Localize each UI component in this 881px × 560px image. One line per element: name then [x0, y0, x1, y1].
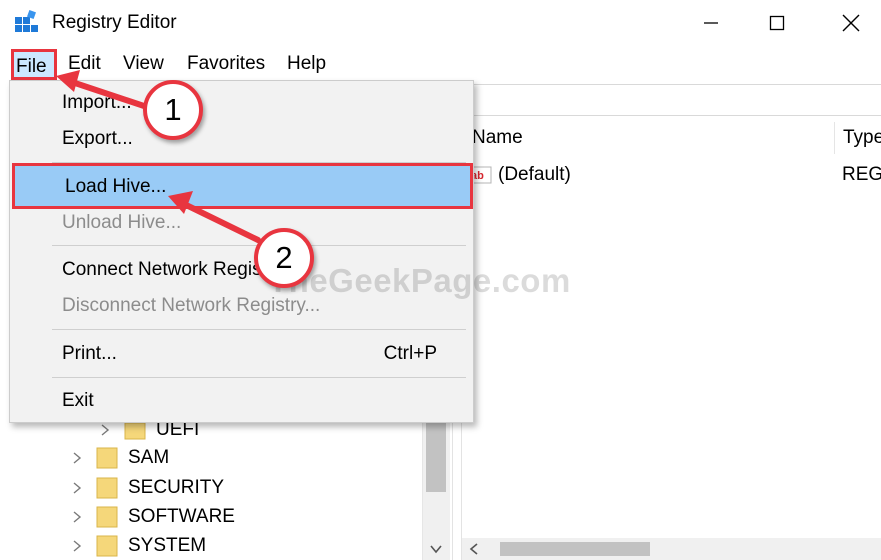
folder-icon: [96, 447, 118, 469]
registry-editor-icon: [15, 10, 38, 32]
callout-number: 1: [164, 92, 182, 127]
menu-view[interactable]: View: [119, 52, 168, 76]
minimize-button[interactable]: [682, 4, 740, 42]
menu-item-load-hive[interactable]: Load Hive...: [12, 163, 473, 209]
chevron-left-icon: [469, 543, 478, 555]
chevron-right-icon[interactable]: [70, 451, 84, 465]
file-menu-dropdown: Import... Export... Load Hive... Unload …: [9, 80, 474, 423]
values-list: Name Type ab (Default) REG_: [462, 118, 881, 560]
menu-separator: [52, 329, 466, 330]
folder-icon: [96, 506, 118, 528]
address-bar[interactable]: [462, 84, 881, 116]
tree-item-sam[interactable]: SAM: [70, 444, 169, 472]
chevron-right-icon[interactable]: [98, 423, 112, 437]
menu-item-label: Unload Hive...: [62, 212, 182, 233]
tree-item-label: SECURITY: [128, 477, 225, 498]
close-button[interactable]: [822, 4, 880, 42]
maximize-button[interactable]: [748, 4, 806, 42]
list-scrollbar-thumb[interactable]: [500, 542, 650, 556]
tree-item-label: SAM: [128, 447, 170, 468]
value-name: (Default): [498, 164, 571, 185]
chevron-right-icon[interactable]: [70, 481, 84, 495]
tree-item-security[interactable]: SECURITY: [70, 474, 224, 502]
menu-favorites[interactable]: Favorites: [183, 52, 269, 76]
folder-icon: [96, 535, 118, 557]
menu-item-label: Export...: [62, 128, 133, 149]
menu-item-label: Print...: [62, 343, 117, 364]
menu-item-label: Load Hive...: [65, 176, 167, 197]
callout-number: 2: [275, 240, 293, 275]
menu-item-exit[interactable]: Exit: [10, 383, 473, 419]
menu-item-label: Import...: [62, 92, 132, 113]
menu-item-shortcut: Ctrl+P: [383, 343, 437, 364]
menu-bar: File Edit View Favorites Help: [0, 46, 881, 80]
tree-item-label: SOFTWARE: [128, 506, 235, 527]
menu-item-unload-hive: Unload Hive...: [10, 205, 473, 241]
menu-separator: [52, 377, 466, 378]
menu-item-label: Exit: [62, 390, 94, 411]
maximize-icon: [769, 15, 785, 31]
menu-item-import[interactable]: Import...: [10, 85, 473, 121]
menu-help[interactable]: Help: [283, 52, 330, 76]
chevron-right-icon[interactable]: [70, 510, 84, 524]
list-item[interactable]: ab (Default): [468, 162, 571, 188]
menu-edit[interactable]: Edit: [64, 52, 105, 76]
title-bar: Registry Editor: [0, 0, 881, 46]
menu-item-export[interactable]: Export...: [10, 121, 473, 157]
column-header-type[interactable]: Type: [834, 122, 881, 154]
menu-file[interactable]: File: [11, 49, 57, 80]
minimize-icon: [704, 22, 718, 24]
folder-icon: [96, 477, 118, 499]
tree-item-software[interactable]: SOFTWARE: [70, 503, 235, 531]
menu-item-print[interactable]: Print... Ctrl+P: [10, 336, 473, 372]
step-2-callout: 2: [254, 228, 314, 288]
column-header-name[interactable]: Name: [472, 122, 830, 154]
scroll-down-button[interactable]: [426, 540, 446, 558]
value-type: REG_: [842, 164, 881, 185]
scroll-left-button[interactable]: [466, 540, 482, 558]
watermark: TheGeekPage.com: [268, 262, 571, 299]
chevron-down-icon: [430, 545, 442, 554]
tree-item-system[interactable]: SYSTEM: [70, 532, 206, 560]
step-1-callout: 1: [143, 80, 203, 140]
chevron-right-icon[interactable]: [70, 539, 84, 553]
close-icon: [842, 14, 860, 32]
tree-item-label: SYSTEM: [128, 535, 207, 556]
window-title: Registry Editor: [52, 12, 177, 33]
